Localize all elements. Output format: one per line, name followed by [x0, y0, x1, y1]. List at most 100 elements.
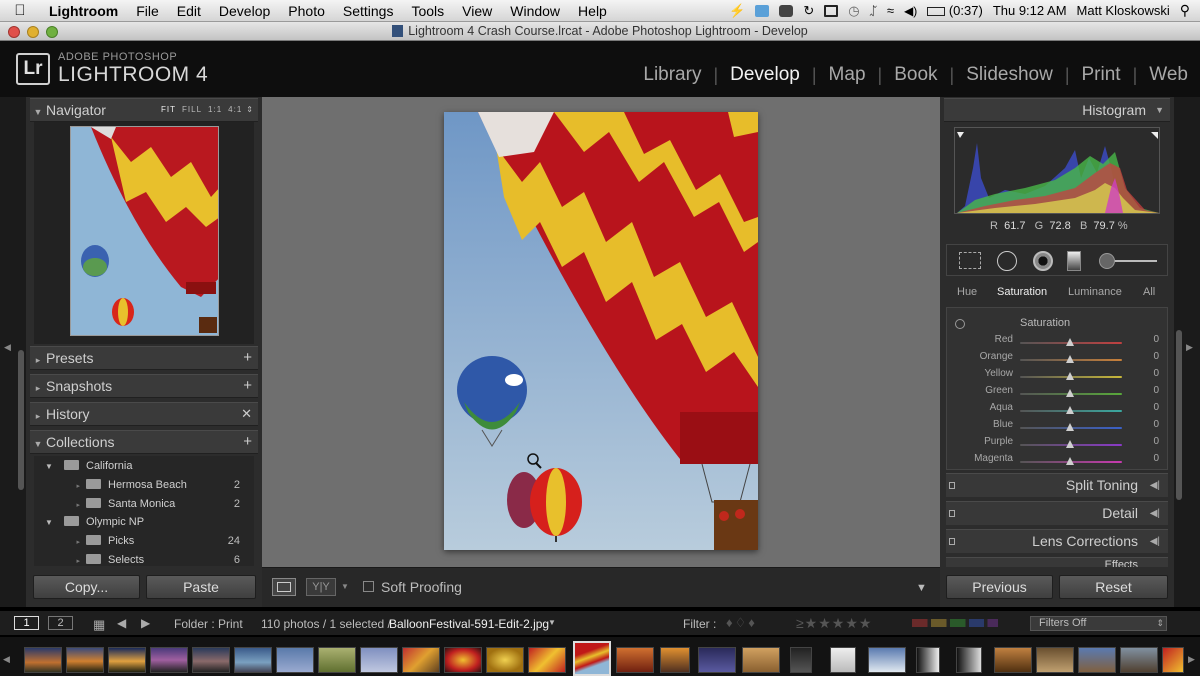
filmstrip-thumbnail[interactable]: [790, 647, 812, 673]
collapse-right-arrow-icon[interactable]: ▶: [1186, 342, 1193, 353]
filmstrip-thumbnail[interactable]: [24, 647, 62, 673]
volume-icon[interactable]: ◀): [904, 4, 917, 18]
filmstrip-thumbnail[interactable]: [1036, 647, 1074, 673]
slider-yellow[interactable]: Yellow 0: [947, 368, 1169, 385]
user-name[interactable]: Matt Kloskowski: [1077, 3, 1170, 18]
history-header[interactable]: ▸ History ✕: [30, 402, 258, 426]
menu-edit[interactable]: Edit: [168, 3, 210, 19]
slider-thumb[interactable]: [1066, 372, 1074, 380]
rating-filter-icon[interactable]: ≥★★★★★: [796, 615, 872, 632]
grid-view-icon[interactable]: ▦: [93, 617, 105, 633]
panel-toggle-icon[interactable]: [949, 510, 955, 517]
slider-value[interactable]: 0: [1153, 402, 1159, 413]
zoom-stepper-icon[interactable]: ⇕: [246, 105, 254, 114]
filmstrip-thumbnail[interactable]: [916, 647, 940, 673]
module-slideshow[interactable]: Slideshow: [954, 64, 1065, 86]
forward-arrow-icon[interactable]: ▶: [141, 616, 150, 630]
crop-tool-icon[interactable]: [959, 252, 981, 269]
filmstrip-thumbnail[interactable]: [1162, 647, 1184, 673]
filmstrip-thumbnail[interactable]: [444, 647, 482, 673]
module-print[interactable]: Print: [1070, 64, 1133, 86]
sync-icon[interactable]: ↻: [803, 3, 814, 19]
filters-off-dropdown[interactable]: Filters Off ⇕: [1030, 616, 1167, 631]
slider-value[interactable]: 0: [1153, 334, 1159, 345]
dropbox-icon[interactable]: [755, 4, 770, 17]
add-snapshot-icon[interactable]: +: [243, 375, 252, 397]
module-map[interactable]: Map: [817, 64, 878, 86]
bluetooth-icon[interactable]: ᛢ: [870, 4, 877, 18]
navigator-preview[interactable]: [70, 126, 219, 336]
zoom-1-1[interactable]: 1:1: [208, 105, 222, 114]
collections-header[interactable]: ▼ Collections +: [30, 430, 258, 454]
slider-magenta[interactable]: Magenta 0: [947, 453, 1169, 470]
slider-thumb[interactable]: [1066, 457, 1074, 465]
slider-green[interactable]: Green 0: [947, 385, 1169, 402]
back-arrow-icon[interactable]: ◀: [117, 616, 126, 630]
filmstrip-thumbnail[interactable]: [528, 647, 566, 673]
targeted-adjustment-icon[interactable]: [955, 319, 965, 329]
main-photo[interactable]: [444, 112, 758, 550]
filmstrip-thumbnail[interactable]: [192, 647, 230, 673]
filmstrip-thumbnail[interactable]: [956, 647, 982, 673]
toolbar-menu-icon[interactable]: ▼: [916, 582, 927, 594]
page-2-button[interactable]: 2: [48, 616, 73, 630]
previous-button[interactable]: Previous: [946, 575, 1053, 599]
time-machine-icon[interactable]: ◷: [848, 3, 859, 19]
slider-purple[interactable]: Purple 0: [947, 436, 1169, 453]
slider-value[interactable]: 0: [1153, 419, 1159, 430]
menu-tools[interactable]: Tools: [402, 3, 453, 19]
display-icon[interactable]: [824, 4, 839, 17]
filmstrip-thumbnail[interactable]: [1120, 647, 1158, 673]
slider-value[interactable]: 0: [1153, 385, 1159, 396]
slider-thumb[interactable]: [1066, 338, 1074, 346]
slider-value[interactable]: 0: [1153, 453, 1159, 464]
loupe-view-icon[interactable]: [272, 578, 296, 596]
zoom-fit[interactable]: FIT: [161, 105, 176, 114]
module-library[interactable]: Library: [631, 64, 713, 86]
slider-value[interactable]: 0: [1153, 368, 1159, 379]
add-preset-icon[interactable]: +: [243, 347, 252, 369]
slider-thumb[interactable]: [1066, 440, 1074, 448]
filmstrip-thumbnail[interactable]: [150, 647, 188, 673]
module-web[interactable]: Web: [1137, 64, 1188, 86]
slider-red[interactable]: Red 0: [947, 334, 1169, 351]
effects-header[interactable]: Effects: [946, 557, 1168, 567]
filmstrip-thumbnail[interactable]: [742, 647, 780, 673]
collection-santa-monica[interactable]: ▸ Santa Monica 2: [34, 495, 254, 513]
soft-proofing-label[interactable]: Soft Proofing: [381, 579, 462, 595]
clock[interactable]: Thu 9:12 AM: [993, 3, 1067, 18]
menu-window[interactable]: Window: [501, 3, 569, 19]
module-develop[interactable]: Develop: [718, 64, 812, 86]
page-1-button[interactable]: 1: [14, 616, 39, 630]
menu-photo[interactable]: Photo: [279, 3, 334, 19]
panel-switch-icon[interactable]: ◀|: [1150, 530, 1160, 553]
menu-app-name[interactable]: Lightroom: [40, 3, 127, 19]
soft-proofing-checkbox[interactable]: [363, 581, 374, 592]
slider-thumb[interactable]: [1066, 406, 1074, 414]
menu-file[interactable]: File: [127, 3, 168, 19]
apple-menu-icon[interactable]: : [0, 2, 40, 19]
spot-removal-tool-icon[interactable]: [997, 251, 1017, 271]
selected-filename[interactable]: BalloonFestival-591-Edit-2.jpg: [389, 617, 549, 631]
filmstrip-thumbnail[interactable]: [234, 647, 272, 673]
reset-button[interactable]: Reset: [1059, 575, 1168, 599]
filmstrip-thumbnail[interactable]: [698, 647, 736, 673]
clear-history-icon[interactable]: ✕: [241, 403, 252, 425]
filmstrip-thumbnail[interactable]: [660, 647, 690, 673]
filmstrip-thumbnail[interactable]: [486, 647, 524, 673]
minimize-window-button[interactable]: [27, 26, 39, 38]
filmstrip-thumbnail-selected[interactable]: [573, 641, 611, 676]
slider-value[interactable]: 0: [1153, 351, 1159, 362]
filmstrip-thumbnail[interactable]: [830, 647, 856, 673]
collection-set-olympic-np[interactable]: ▼ Olympic NP: [34, 513, 254, 531]
before-after-icon[interactable]: Y|Y: [306, 578, 336, 596]
collection-hermosa-beach[interactable]: ▸ Hermosa Beach 2: [34, 476, 254, 494]
collapse-left-arrow-icon[interactable]: ◀: [4, 342, 11, 353]
collection-selects[interactable]: ▸ Selects 6: [34, 551, 254, 566]
filmstrip-scroll-left-icon[interactable]: ◀: [3, 654, 10, 665]
menu-settings[interactable]: Settings: [334, 3, 403, 19]
menu-develop[interactable]: Develop: [210, 3, 279, 19]
zoom-window-button[interactable]: [46, 26, 58, 38]
highlight-clip-warning-icon[interactable]: [1151, 132, 1158, 139]
filmstrip-thumbnail[interactable]: [868, 647, 906, 673]
